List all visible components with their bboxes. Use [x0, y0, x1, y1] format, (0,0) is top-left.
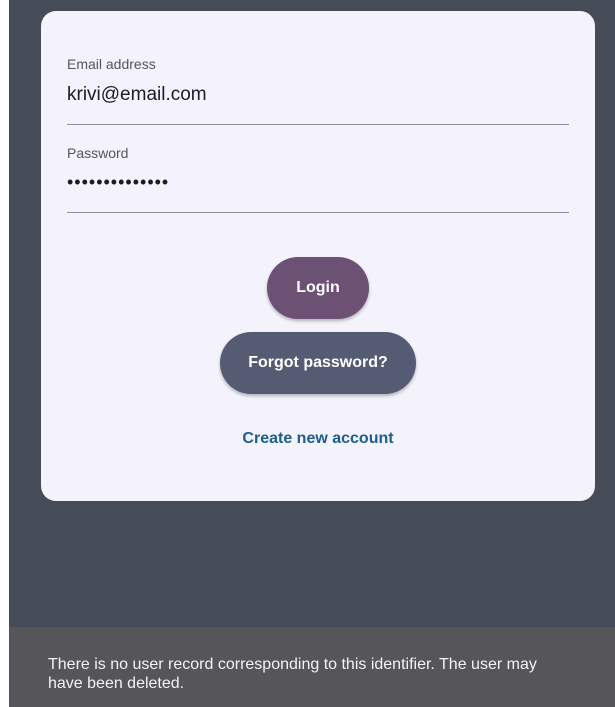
email-field[interactable]: Email address krivi@email.com	[67, 56, 569, 125]
snackbar-message: There is no user record corresponding to…	[48, 656, 537, 692]
error-snackbar: There is no user record corresponding to…	[9, 627, 615, 707]
password-input[interactable]: ••••••••••••••	[67, 170, 569, 194]
password-label: Password	[67, 145, 129, 161]
email-label: Email address	[67, 56, 156, 72]
password-field[interactable]: Password ••••••••••••••	[67, 145, 569, 213]
login-card: Email address krivi@email.com Password •…	[41, 11, 595, 501]
email-input[interactable]: krivi@email.com	[67, 83, 569, 107]
login-button[interactable]: Login	[267, 257, 369, 319]
app-screen: Email address krivi@email.com Password •…	[9, 0, 615, 707]
create-account-link[interactable]: Create new account	[41, 429, 595, 449]
forgot-password-button[interactable]: Forgot password?	[220, 332, 416, 394]
